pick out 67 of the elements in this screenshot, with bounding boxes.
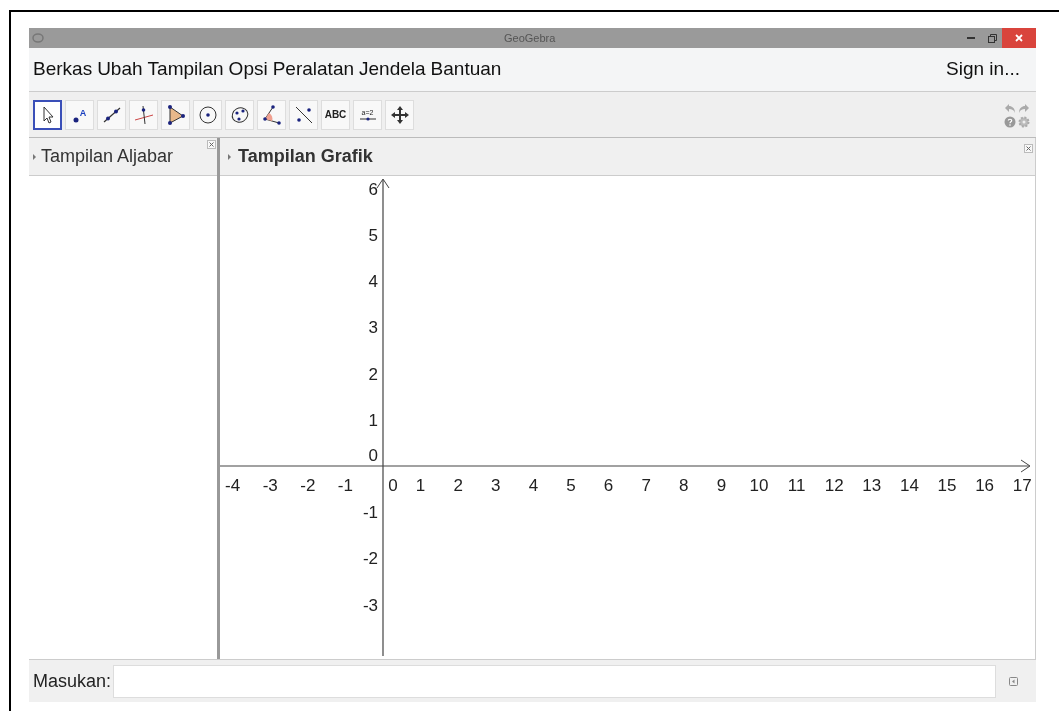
- x-tick-label: -4: [225, 476, 241, 495]
- collapse-triangle-icon[interactable]: [228, 153, 231, 160]
- x-tick-label: 16: [975, 476, 995, 495]
- restore-icon: [987, 33, 997, 43]
- x-tick-label: 1: [415, 476, 426, 495]
- menu-item[interactable]: Bantuan: [430, 55, 502, 84]
- x-tick-label: 9: [716, 476, 727, 495]
- x-tick-label: 15: [937, 476, 957, 495]
- tool-button[interactable]: A: [65, 99, 94, 130]
- x-tick-label: 12: [824, 476, 844, 495]
- panel-title: Tampilan Aljabar: [41, 145, 174, 168]
- menu-item[interactable]: Ubah: [97, 55, 143, 84]
- x-tick-label: 17: [1012, 476, 1032, 495]
- minimize-icon: [967, 37, 975, 39]
- perpendicular-lines-icon: [132, 103, 155, 126]
- close-panel-button[interactable]: [207, 140, 216, 149]
- text-tool-label: ABC: [324, 108, 347, 122]
- y-tick-label: 4: [368, 272, 378, 292]
- input-label: Masukan:: [33, 669, 112, 693]
- x-tick-label: 3: [491, 476, 501, 495]
- menu-item[interactable]: Tampilan: [147, 55, 224, 84]
- x-tick-label: 13: [862, 476, 882, 495]
- x-tick-label: 6: [603, 476, 614, 495]
- tool-button[interactable]: ABC: [321, 99, 350, 130]
- x-tick-label: 0: [388, 476, 398, 495]
- x-tick-label: 11: [787, 476, 806, 495]
- x-tick-label: -3: [262, 476, 278, 495]
- close-panel-button[interactable]: [1024, 144, 1033, 153]
- help-icon[interactable]: [1004, 115, 1016, 128]
- menu-item[interactable]: Peralatan: [272, 55, 355, 84]
- collapse-icon: [1008, 676, 1018, 686]
- x-tick-label: 10: [749, 476, 769, 495]
- y-tick-label: 3: [368, 318, 378, 338]
- y-tick-label: -2: [362, 549, 378, 569]
- circle-icon: [196, 103, 219, 126]
- x-tick-label: 7: [641, 476, 651, 495]
- y-tick-label: -1: [362, 503, 378, 523]
- close-icon: [1026, 146, 1031, 151]
- point-tool-label: A: [79, 106, 87, 120]
- menu-item[interactable]: Jendela: [359, 55, 426, 84]
- y-tick-label: 6: [368, 179, 378, 199]
- y-tick-label: 2: [368, 364, 378, 384]
- close-icon: [209, 142, 214, 147]
- window-title: GeoGebra: [504, 30, 556, 46]
- x-tick-label: 2: [453, 476, 463, 495]
- y-tick-label: 1: [368, 410, 378, 430]
- x-tick-label: -2: [300, 476, 316, 495]
- sign-in-link[interactable]: Sign in...: [946, 55, 1020, 84]
- menu-item[interactable]: Opsi: [228, 55, 268, 84]
- y-tick-label: 5: [368, 226, 378, 245]
- angle-icon: [260, 103, 283, 126]
- menu-item[interactable]: Berkas: [33, 55, 93, 84]
- app-logo-icon: [32, 32, 44, 44]
- panel-title: Tampilan Grafik: [238, 145, 373, 168]
- input-field[interactable]: [113, 664, 996, 698]
- collapse-triangle-icon[interactable]: [33, 153, 36, 160]
- x-tick-label: 5: [566, 476, 576, 495]
- y-tick-label: 0: [368, 446, 378, 465]
- close-icon: [1015, 34, 1023, 42]
- close-button[interactable]: [1002, 28, 1036, 48]
- x-tick-label: 14: [899, 476, 919, 495]
- x-tick-label: -1: [337, 476, 353, 495]
- x-tick-label: 8: [679, 476, 689, 495]
- point-icon: [72, 116, 79, 123]
- y-tick-label: -3: [362, 595, 378, 615]
- x-tick-label: 4: [528, 476, 539, 495]
- tool-button[interactable]: [33, 99, 62, 130]
